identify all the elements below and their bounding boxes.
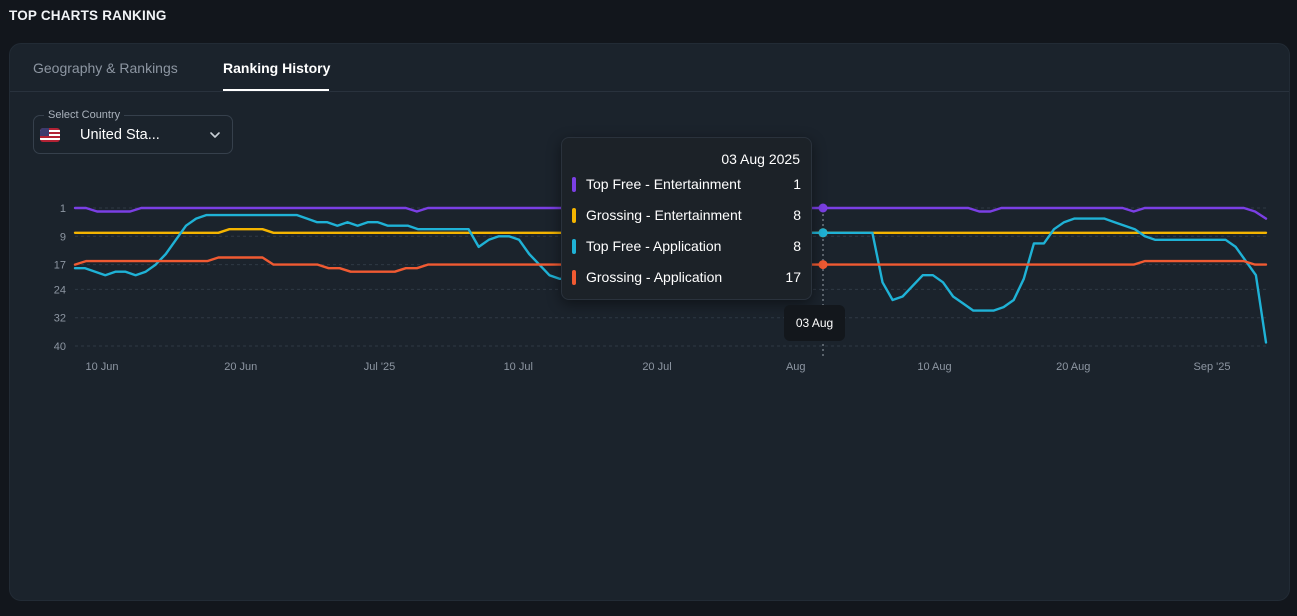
tooltip-series-value: 17 <box>785 269 801 285</box>
y-tick-label: 9 <box>60 231 66 243</box>
legend-swatch <box>572 177 576 192</box>
tooltip-series-name: Top Free - Application <box>586 238 722 254</box>
tooltip-series-name: Grossing - Application <box>586 269 723 285</box>
chart-tooltip: 03 Aug 2025 Top Free - Entertainment 1 G… <box>561 137 812 300</box>
tooltip-row: Top Free - Entertainment 1 <box>572 176 801 194</box>
x-tick-label: 10 Jun <box>85 361 118 373</box>
highlight-point <box>818 228 828 238</box>
tooltip-series-name: Grossing - Entertainment <box>586 207 742 223</box>
legend-swatch <box>572 208 576 223</box>
x-tick-label: 10 Aug <box>917 361 951 373</box>
legend-swatch <box>572 270 576 285</box>
x-tick-label: Jul '25 <box>364 361 395 373</box>
x-tick-label: 20 Jun <box>224 361 257 373</box>
x-tick-label: 20 Jul <box>642 361 671 373</box>
legend-swatch <box>572 239 576 254</box>
tooltip-row: Grossing - Entertainment 8 <box>572 207 801 225</box>
x-tick-label: Aug <box>786 361 806 373</box>
x-tick-label: 20 Aug <box>1056 361 1090 373</box>
y-tick-label: 40 <box>54 341 66 353</box>
tooltip-series-value: 8 <box>793 207 801 223</box>
highlight-point <box>818 260 828 270</box>
crosshair-date-label: 03 Aug <box>784 305 845 341</box>
tooltip-date: 03 Aug 2025 <box>721 151 800 167</box>
highlight-point <box>818 203 828 213</box>
y-tick-label: 17 <box>54 260 66 272</box>
tooltip-row: Grossing - Application 17 <box>572 269 801 287</box>
ranking-history-chart: 1 9 17 24 32 40 10 Jun 20 Jun Jul '25 10 Jul 20 Ju… <box>54 203 1268 373</box>
tooltip-series-value: 8 <box>793 238 801 254</box>
y-tick-label: 24 <box>54 284 66 296</box>
tooltip-row: Top Free - Application 8 <box>572 238 801 256</box>
y-tick-label: 1 <box>60 203 66 215</box>
tooltip-series-name: Top Free - Entertainment <box>586 176 741 192</box>
tooltip-series-value: 1 <box>793 176 801 192</box>
x-tick-label: Sep '25 <box>1194 361 1231 373</box>
y-tick-label: 32 <box>54 313 66 325</box>
x-tick-label: 10 Jul <box>504 361 533 373</box>
